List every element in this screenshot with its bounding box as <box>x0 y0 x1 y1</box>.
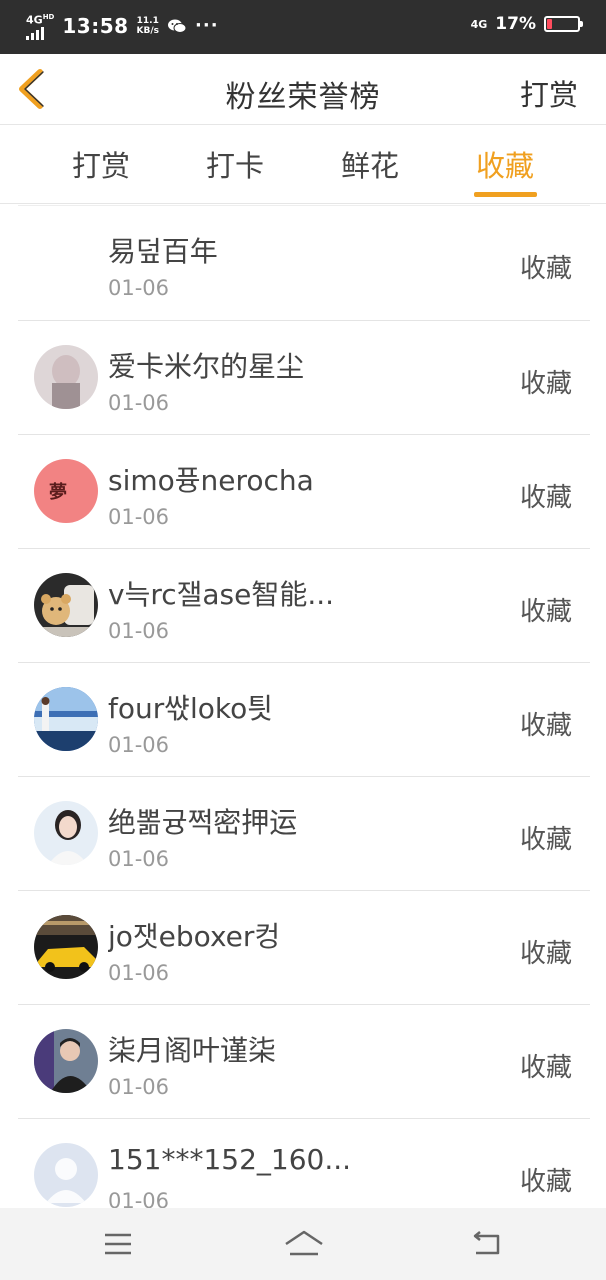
action-label: 收藏 <box>519 369 572 399</box>
user-name: jo잿eboxer컹 <box>108 920 281 953</box>
back-arrow-icon[interactable] <box>470 1226 506 1262</box>
system-nav-bar <box>0 1208 606 1280</box>
list-item[interactable]: 夢 simo퓽nerocha 01-06 收藏 <box>18 435 590 549</box>
user-name: 绝뽊귱쩍密押运 <box>108 806 298 839</box>
avatar <box>34 345 98 409</box>
user-name: 151***152_160... <box>108 1143 352 1176</box>
avatar: 夢 <box>34 459 98 523</box>
action-label: 收藏 <box>519 1053 572 1083</box>
action-label: 收藏 <box>519 483 572 513</box>
date: 01-06 <box>108 961 170 985</box>
action-label: 收藏 <box>519 1167 572 1197</box>
status-right: 4G 17% <box>470 14 583 34</box>
action-label: 收藏 <box>519 711 572 741</box>
list-item[interactable]: 柒月阁叶谨柒 01-06 收藏 <box>18 1005 590 1119</box>
tab-bar: 打赏 打卡 鲜花 收藏 <box>0 125 606 204</box>
menu-icon[interactable] <box>100 1226 136 1262</box>
avatar <box>34 915 98 979</box>
network-type-right: 4G <box>470 17 488 31</box>
avatar <box>34 1143 98 1207</box>
fan-list: 易덮百年 01-06 收藏 爱卡米尔的星尘 01-06 收藏 夢 simo퓽ne… <box>18 205 590 1208</box>
user-name: simo퓽nerocha <box>108 464 314 497</box>
battery-fill <box>547 19 553 29</box>
network-speed: 11.1 KB/s <box>136 15 160 36</box>
user-name: 柒月阁叶谨柒 <box>108 1034 277 1067</box>
list-item[interactable]: jo잿eboxer컹 01-06 收藏 <box>18 891 590 1005</box>
wechat-icon <box>168 19 187 33</box>
active-tab-indicator <box>474 192 537 197</box>
avatar <box>34 230 98 294</box>
avatar <box>34 1029 98 1093</box>
date: 01-06 <box>108 733 170 757</box>
list-item[interactable]: 爱卡米尔的星尘 01-06 收藏 <box>18 321 590 435</box>
date: 01-06 <box>108 505 170 529</box>
home-icon[interactable] <box>282 1226 326 1262</box>
battery-icon <box>544 16 583 32</box>
tab-tip[interactable]: 打赏 <box>56 143 146 185</box>
user-name: four쌳loko틧 <box>108 692 274 725</box>
tab-flowers[interactable]: 鲜花 <box>325 143 415 185</box>
action-label: 收藏 <box>519 597 572 627</box>
tip-button[interactable]: 打赏 <box>520 72 578 114</box>
action-label: 收藏 <box>519 254 572 284</box>
avatar-text: 夢 <box>49 482 67 503</box>
status-left: 4GHD 13:58 11.1 KB/s ··· <box>26 12 219 40</box>
list-item[interactable]: 绝뽊귱쩍密押运 01-06 收藏 <box>18 777 590 891</box>
network-indicator: 4GHD <box>26 12 54 40</box>
list-item[interactable]: 易덮百年 01-06 收藏 <box>18 205 590 321</box>
avatar <box>34 573 98 637</box>
date: 01-06 <box>108 1075 170 1099</box>
list-item[interactable]: v늑rc잴ase智能... 01-06 收藏 <box>18 549 590 663</box>
battery-percent: 17% <box>495 14 536 34</box>
status-bar: 4GHD 13:58 11.1 KB/s ··· 4G 17% <box>0 0 606 54</box>
action-label: 收藏 <box>519 939 572 969</box>
user-name: v늑rc잴ase智能... <box>108 578 335 611</box>
default-user-icon <box>34 1143 98 1207</box>
clock: 13:58 <box>62 13 129 38</box>
date: 01-06 <box>108 276 170 300</box>
list-item[interactable]: four쌳loko틧 01-06 收藏 <box>18 663 590 777</box>
tab-favorites[interactable]: 收藏 <box>460 143 550 185</box>
avatar <box>34 801 98 865</box>
date: 01-06 <box>108 847 170 871</box>
app-header: 粉丝荣誉榜 打赏 <box>0 54 606 125</box>
date: 01-06 <box>108 391 170 415</box>
list-item[interactable]: 151***152_160... 01-06 收藏 <box>18 1119 590 1208</box>
date: 01-06 <box>108 619 170 643</box>
user-name: 爱卡米尔的星尘 <box>108 350 305 383</box>
action-label: 收藏 <box>519 825 572 855</box>
more-notifications-icon: ··· <box>195 15 219 37</box>
network-type: 4GHD <box>26 13 55 27</box>
signal-icon <box>26 26 44 40</box>
page-title: 粉丝荣誉榜 <box>225 80 381 115</box>
avatar <box>34 687 98 751</box>
date: 01-06 <box>108 1189 170 1208</box>
user-name: 易덮百年 <box>108 235 218 268</box>
tab-checkin[interactable]: 打卡 <box>190 143 280 185</box>
